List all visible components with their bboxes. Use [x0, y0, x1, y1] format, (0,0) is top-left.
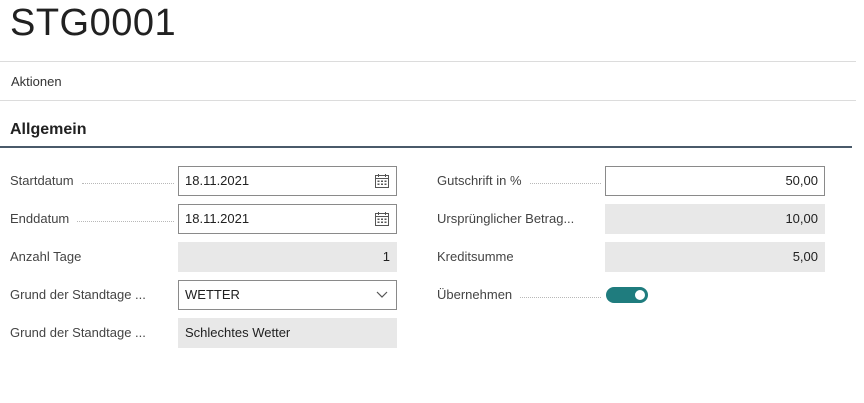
calendar-icon[interactable] [375, 212, 389, 226]
anzahl-tage-label: Anzahl Tage [10, 242, 178, 272]
leader-dots [520, 296, 601, 298]
anzahl-tage-field: 1 [178, 242, 397, 272]
section-title[interactable]: Allgemein [10, 121, 86, 139]
uebernehmen-toggle[interactable] [606, 287, 648, 303]
grund-description-value: Schlechtes Wetter [185, 325, 291, 340]
grund-description-label: Grund der Standtage ... [10, 318, 178, 348]
grund-description-field: Schlechtes Wetter [178, 318, 397, 348]
anzahl-tage-value: 1 [382, 249, 390, 264]
gutschrift-input[interactable]: 50,00 [605, 166, 825, 196]
label-text: Ursprünglicher Betrag... [437, 211, 575, 226]
urspruenglicher-betrag-field: 10,00 [605, 204, 825, 234]
leader-dots [529, 182, 601, 184]
label-text: Grund der Standtage ... [10, 287, 146, 302]
calendar-icon[interactable] [375, 174, 389, 188]
leader-dots [81, 182, 174, 184]
uebernehmen-row: Übernehmen [437, 280, 825, 310]
section-underline [0, 146, 852, 148]
divider [0, 61, 856, 62]
enddatum-label: Enddatum [10, 204, 178, 234]
kreditsumme-row: Kreditsumme 5,00 [437, 242, 825, 272]
divider [0, 100, 856, 101]
kreditsumme-field: 5,00 [605, 242, 825, 272]
urspruenglicher-betrag-row: Ursprünglicher Betrag... 10,00 [437, 204, 825, 234]
label-text: Startdatum [10, 173, 74, 188]
grund-code-value: WETTER [185, 287, 240, 302]
startdatum-row: Startdatum 18.11.2021 [10, 166, 398, 196]
gutschrift-value: 50,00 [785, 173, 818, 188]
label-text: Übernehmen [437, 287, 513, 302]
startdatum-field[interactable]: 18.11.2021 [178, 166, 397, 196]
gutschrift-label: Gutschrift in % [437, 166, 605, 196]
urspruenglicher-betrag-label: Ursprünglicher Betrag... [437, 204, 605, 234]
actions-menu[interactable]: Aktionen [11, 74, 62, 89]
label-text: Anzahl Tage [10, 249, 82, 264]
gutschrift-row: Gutschrift in % 50,00 [437, 166, 825, 196]
page-title: STG0001 [10, 2, 177, 44]
toggle-knob [635, 290, 645, 300]
label-text: Kreditsumme [437, 249, 514, 264]
chevron-down-icon[interactable] [376, 290, 388, 300]
leader-dots [77, 220, 174, 222]
startdatum-value: 18.11.2021 [185, 173, 250, 188]
anzahl-tage-row: Anzahl Tage 1 [10, 242, 398, 272]
grund-code-label: Grund der Standtage ... [10, 280, 178, 310]
uebernehmen-label: Übernehmen [437, 280, 605, 310]
grund-code-select[interactable]: WETTER [178, 280, 397, 310]
startdatum-label: Startdatum [10, 166, 178, 196]
grund-description-row: Grund der Standtage ... Schlechtes Wette… [10, 318, 398, 348]
enddatum-row: Enddatum 18.11.2021 [10, 204, 398, 234]
kreditsumme-label: Kreditsumme [437, 242, 605, 272]
kreditsumme-value: 5,00 [792, 249, 818, 264]
label-text: Gutschrift in % [437, 173, 522, 188]
page: STG0001 Aktionen Allgemein Startdatum 18… [0, 0, 864, 403]
grund-code-row: Grund der Standtage ... WETTER [10, 280, 398, 310]
enddatum-field[interactable]: 18.11.2021 [178, 204, 397, 234]
urspruenglicher-betrag-value: 10,00 [785, 211, 818, 226]
enddatum-value: 18.11.2021 [185, 211, 250, 226]
label-text: Grund der Standtage ... [10, 325, 146, 340]
label-text: Enddatum [10, 211, 70, 226]
